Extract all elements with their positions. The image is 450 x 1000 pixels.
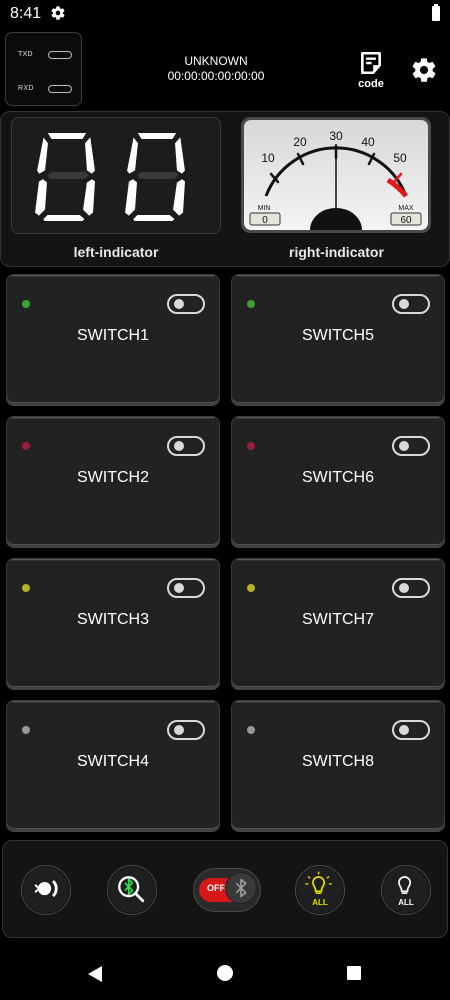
switch-card-8[interactable]: SWITCH8	[231, 700, 445, 830]
all-off-label: ALL	[398, 898, 414, 907]
switch-status-led	[22, 300, 30, 308]
txrx-panel: TXD RXD	[5, 32, 82, 106]
bluetooth-icon	[225, 872, 257, 904]
left-indicator-label: left-indicator	[73, 244, 159, 260]
switch-toggle[interactable]	[167, 436, 205, 456]
toggle-knob	[174, 299, 184, 309]
right-indicator-gauge: 10 20 30 40 50 MIN 0 MAX 60	[241, 117, 431, 233]
toggle-knob	[174, 583, 184, 593]
status-bar: 8:41	[0, 0, 450, 28]
recent-apps-icon[interactable]	[347, 966, 361, 980]
toggle-knob	[399, 725, 409, 735]
indicator-panel: left-indicator 10 20 30 40 50 MIN 0 MAX …	[0, 111, 450, 267]
switch-label: SWITCH2	[77, 469, 149, 486]
toggle-off-label: OFF	[207, 883, 225, 893]
gauge-min-value: 0	[262, 215, 268, 226]
switch-label: SWITCH6	[302, 469, 374, 486]
right-indicator-label: right-indicator	[289, 244, 384, 260]
bluetooth-search-icon	[118, 876, 145, 903]
gauge-max-value: 60	[400, 215, 412, 226]
settings-gear-icon[interactable]	[410, 56, 438, 84]
switch-toggle[interactable]	[167, 720, 205, 740]
txd-indicator	[48, 51, 72, 59]
left-indicator-display	[11, 117, 221, 234]
home-icon[interactable]	[217, 965, 233, 981]
gauge-min-label: MIN	[258, 205, 271, 212]
switch-label: SWITCH3	[77, 611, 149, 628]
switch-label: SWITCH4	[77, 753, 149, 770]
gauge-scale-label: 10	[261, 151, 275, 165]
switch-toggle[interactable]	[392, 720, 430, 740]
switch-label: SWITCH7	[302, 611, 374, 628]
toggle-knob	[174, 725, 184, 735]
battery-icon	[432, 4, 440, 21]
system-nav-bar	[0, 950, 450, 1000]
txd-label: TXD	[18, 51, 33, 58]
rxd-indicator	[48, 85, 72, 93]
switch-status-led	[247, 726, 255, 734]
switch-status-led	[247, 584, 255, 592]
switch-toggle[interactable]	[167, 294, 205, 314]
bluetooth-toggle[interactable]: OFF	[193, 868, 261, 912]
switch-card-1[interactable]: SWITCH1	[6, 274, 220, 404]
switch-card-6[interactable]: SWITCH6	[231, 416, 445, 546]
gauge-scale-label: 20	[293, 135, 307, 149]
gauge-max-label: MAX	[398, 205, 414, 212]
gauge-scale-label: 40	[361, 135, 375, 149]
connection-icon	[34, 880, 58, 898]
switch-card-5[interactable]: SWITCH5	[231, 274, 445, 404]
switch-card-2[interactable]: SWITCH2	[6, 416, 220, 546]
all-on-label: ALL	[312, 898, 328, 907]
switch-status-led	[22, 726, 30, 734]
device-name: UNKNOWN	[184, 54, 248, 68]
switch-card-7[interactable]: SWITCH7	[231, 558, 445, 688]
all-off-button[interactable]: ALL	[381, 865, 431, 915]
switch-status-led	[247, 442, 255, 450]
toggle-knob	[174, 441, 184, 451]
all-on-button[interactable]: ALL	[295, 865, 345, 915]
gauge-scale-label: 50	[393, 151, 407, 165]
toggle-knob	[399, 441, 409, 451]
switch-status-led	[22, 584, 30, 592]
connect-button[interactable]	[21, 865, 71, 915]
switch-toggle[interactable]	[392, 578, 430, 598]
gauge-scale-label: 30	[329, 129, 343, 143]
seven-segment-digits	[32, 131, 188, 223]
device-address: 00:00:00:00:00:00	[167, 69, 265, 83]
code-label: code	[358, 78, 384, 90]
switch-status-led	[247, 300, 255, 308]
bottom-control-bar: OFF ALL ALL	[2, 840, 448, 938]
back-icon[interactable]	[86, 965, 104, 983]
toggle-knob	[399, 583, 409, 593]
scan-devices-button[interactable]	[107, 865, 157, 915]
switch-label: SWITCH8	[302, 753, 374, 770]
switch-label: SWITCH1	[77, 327, 149, 344]
switch-label: SWITCH5	[302, 327, 374, 344]
code-button[interactable]: code	[352, 50, 390, 92]
code-note-icon	[361, 51, 381, 75]
status-time: 8:41	[10, 5, 42, 22]
switch-toggle[interactable]	[392, 436, 430, 456]
header: TXD RXD UNKNOWN 00:00:00:00:00:00 code	[0, 28, 450, 108]
toggle-knob	[399, 299, 409, 309]
rxd-label: RXD	[18, 85, 34, 92]
switch-toggle[interactable]	[167, 578, 205, 598]
switch-toggle[interactable]	[392, 294, 430, 314]
switch-card-3[interactable]: SWITCH3	[6, 558, 220, 688]
switch-card-4[interactable]: SWITCH4	[6, 700, 220, 830]
switch-status-led	[22, 442, 30, 450]
gear-icon	[51, 6, 65, 20]
